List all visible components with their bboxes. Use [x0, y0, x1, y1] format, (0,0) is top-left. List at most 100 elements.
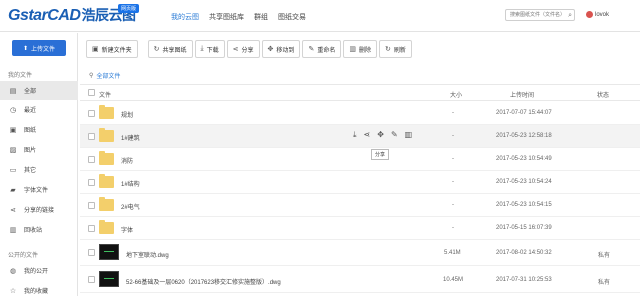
folder-icon: [99, 220, 114, 234]
sidebar-item-recycle-bin[interactable]: ▥ 回收站: [0, 220, 78, 239]
nav-my-cloud[interactable]: 我的云图: [171, 12, 199, 22]
download-button[interactable]: ⤓ 下载: [194, 40, 225, 58]
table-row[interactable]: 1#建筑 ⤓ ⋖ ✥ ✎ ▥ - 2017-05-23 12:58:18: [80, 125, 640, 148]
download-icon[interactable]: ⤓: [353, 130, 357, 140]
row-actions: ⤓ ⋖ ✥ ✎ ▥: [353, 130, 412, 140]
upload-time: 2017-05-23 10:54:15: [496, 202, 552, 208]
download-label: 下载: [206, 47, 219, 54]
table-row[interactable]: 字体 - 2017-05-15 16:07:39: [80, 217, 640, 240]
search-icon[interactable]: ⌕: [568, 11, 572, 20]
sidebar-item-label: 图片: [24, 148, 37, 154]
folder-icon: [99, 105, 114, 119]
search-input[interactable]: [506, 10, 564, 20]
sidebar-item-label: 分享的链接: [24, 208, 55, 214]
share-button[interactable]: ⋖ 分享: [226, 40, 260, 58]
nav-shared-library[interactable]: 共享图纸库: [209, 12, 244, 22]
new-folder-button[interactable]: ▣ 新建文件夹: [86, 40, 138, 58]
column-header-time[interactable]: 上传时间: [510, 90, 534, 99]
rename-button[interactable]: ✎ 重命名: [302, 40, 342, 58]
file-name[interactable]: 字体: [121, 225, 133, 234]
table-row[interactable]: 消防 - 2017-05-23 10:54:49: [80, 148, 640, 171]
sidebar-item-recent[interactable]: ◷ 最近: [0, 100, 78, 119]
folder-icon: [99, 151, 114, 165]
file-name[interactable]: 2#电气: [121, 202, 140, 211]
breadcrumb-all-files[interactable]: 全部文件: [96, 71, 120, 80]
column-header-size[interactable]: 大小: [450, 90, 462, 99]
top-header: GstarCAD浩辰云图 网页版 我的云图 共享图纸库 群组 图纸交易 ⌕ lo…: [0, 0, 640, 32]
sidebar-item-all[interactable]: ▤ 全部: [0, 81, 78, 100]
sidebar-item-drawings[interactable]: ▣ 图纸: [0, 120, 78, 139]
row-checkbox[interactable]: [88, 156, 95, 163]
row-checkbox[interactable]: [88, 133, 95, 140]
upload-time: 2017-05-15 16:07:39: [496, 225, 552, 231]
sidebar-item-label: 全部: [24, 89, 37, 95]
file-size: -: [452, 225, 454, 231]
file-size: -: [452, 133, 454, 139]
row-checkbox[interactable]: [88, 202, 95, 209]
edit-icon[interactable]: ✎: [391, 130, 398, 140]
row-checkbox[interactable]: [88, 225, 95, 232]
sidebar-item-fonts[interactable]: ▰ 字体文件: [0, 180, 78, 199]
file-name[interactable]: 1#建筑: [121, 133, 140, 142]
column-header-status: 状态: [597, 93, 610, 99]
refresh-icon: ↻: [384, 46, 391, 53]
user-menu[interactable]: lovok: [586, 11, 609, 18]
dwg-thumbnail-icon: [99, 244, 119, 260]
row-checkbox[interactable]: [88, 249, 95, 256]
file-name[interactable]: 52-66基础及一层0620（2017623移交汇修实施整版）.dwg: [126, 277, 281, 286]
location-pin-icon: ⚲: [89, 73, 94, 79]
rename-label: 重命名: [317, 47, 336, 54]
table-row[interactable]: 1#结构 - 2017-05-23 10:54:24: [80, 171, 640, 194]
nav-drawing-trade[interactable]: 图纸交易: [278, 12, 306, 22]
file-size: -: [452, 156, 454, 162]
web-version-badge: 网页版: [118, 4, 140, 13]
sidebar-item-label: 字体文件: [24, 188, 49, 194]
file-size: 5.41M: [444, 250, 461, 256]
table-row[interactable]: 规划 - 2017-07-07 15:44:07: [80, 102, 640, 125]
sidebar-item-label: 我的公开: [24, 269, 49, 275]
logo-text-main: Gstar: [8, 7, 48, 24]
share-icon: ⋖: [232, 46, 239, 53]
delete-label: 删除: [358, 47, 371, 54]
row-checkbox[interactable]: [88, 276, 95, 283]
table-row[interactable]: 地下室联动.dwg 5.41M 2017-08-02 14:50:32 私有: [80, 240, 640, 266]
globe-icon: ◍: [9, 267, 17, 275]
move-icon[interactable]: ✥: [377, 130, 384, 140]
trash-icon: ▥: [349, 46, 356, 53]
upload-time: 2017-07-07 15:44:07: [496, 110, 552, 116]
sidebar-item-images[interactable]: ▨ 图片: [0, 140, 78, 159]
nav-groups[interactable]: 群组: [254, 12, 268, 22]
share-drawing-label: 共享图纸: [162, 47, 187, 54]
row-checkbox[interactable]: [88, 110, 95, 117]
drawing-icon: ▣: [9, 126, 17, 134]
move-button[interactable]: ✥ 移动到: [261, 40, 301, 58]
upload-time: 2017-05-23 10:54:49: [496, 156, 552, 162]
table-row[interactable]: 52-66基础及一层0620（2017623移交汇修实施整版）.dwg 10.4…: [80, 267, 640, 293]
folder-icon: [99, 128, 114, 142]
delete-button[interactable]: ▥ 删除: [343, 40, 377, 58]
upload-time: 2017-07-31 10:25:53: [496, 277, 552, 283]
file-name[interactable]: 地下室联动.dwg: [126, 250, 169, 259]
star-icon: ☆: [9, 287, 17, 295]
sidebar-item-shared-links[interactable]: ⋖ 分享的链接: [0, 200, 78, 219]
file-name[interactable]: 1#结构: [121, 179, 140, 188]
refresh-button[interactable]: ↻ 刷新: [378, 40, 412, 58]
app-logo[interactable]: GstarCAD浩辰云图: [8, 5, 136, 25]
breadcrumb: ⚲ 全部文件: [89, 71, 120, 80]
file-name[interactable]: 规划: [121, 110, 133, 119]
move-label: 移动到: [276, 47, 295, 54]
sidebar-item-my-favorites[interactable]: ☆ 我的收藏: [0, 281, 78, 296]
column-header-file[interactable]: 文件: [99, 90, 111, 99]
trash-icon[interactable]: ▥: [405, 130, 413, 140]
file-name[interactable]: 消防: [121, 156, 133, 165]
share-drawing-button[interactable]: ↻ 共享图纸: [147, 40, 193, 58]
image-icon: ▨: [9, 146, 17, 154]
row-checkbox[interactable]: [88, 179, 95, 186]
sidebar-item-other[interactable]: ▭ 其它: [0, 160, 78, 179]
select-all-checkbox[interactable]: [88, 89, 95, 96]
table-row[interactable]: 2#电气 - 2017-05-23 10:54:15: [80, 194, 640, 217]
upload-button[interactable]: ⬆ 上传文件: [12, 40, 66, 56]
sidebar-item-my-public[interactable]: ◍ 我的公开: [0, 261, 78, 280]
share-icon[interactable]: ⋖: [364, 130, 371, 140]
